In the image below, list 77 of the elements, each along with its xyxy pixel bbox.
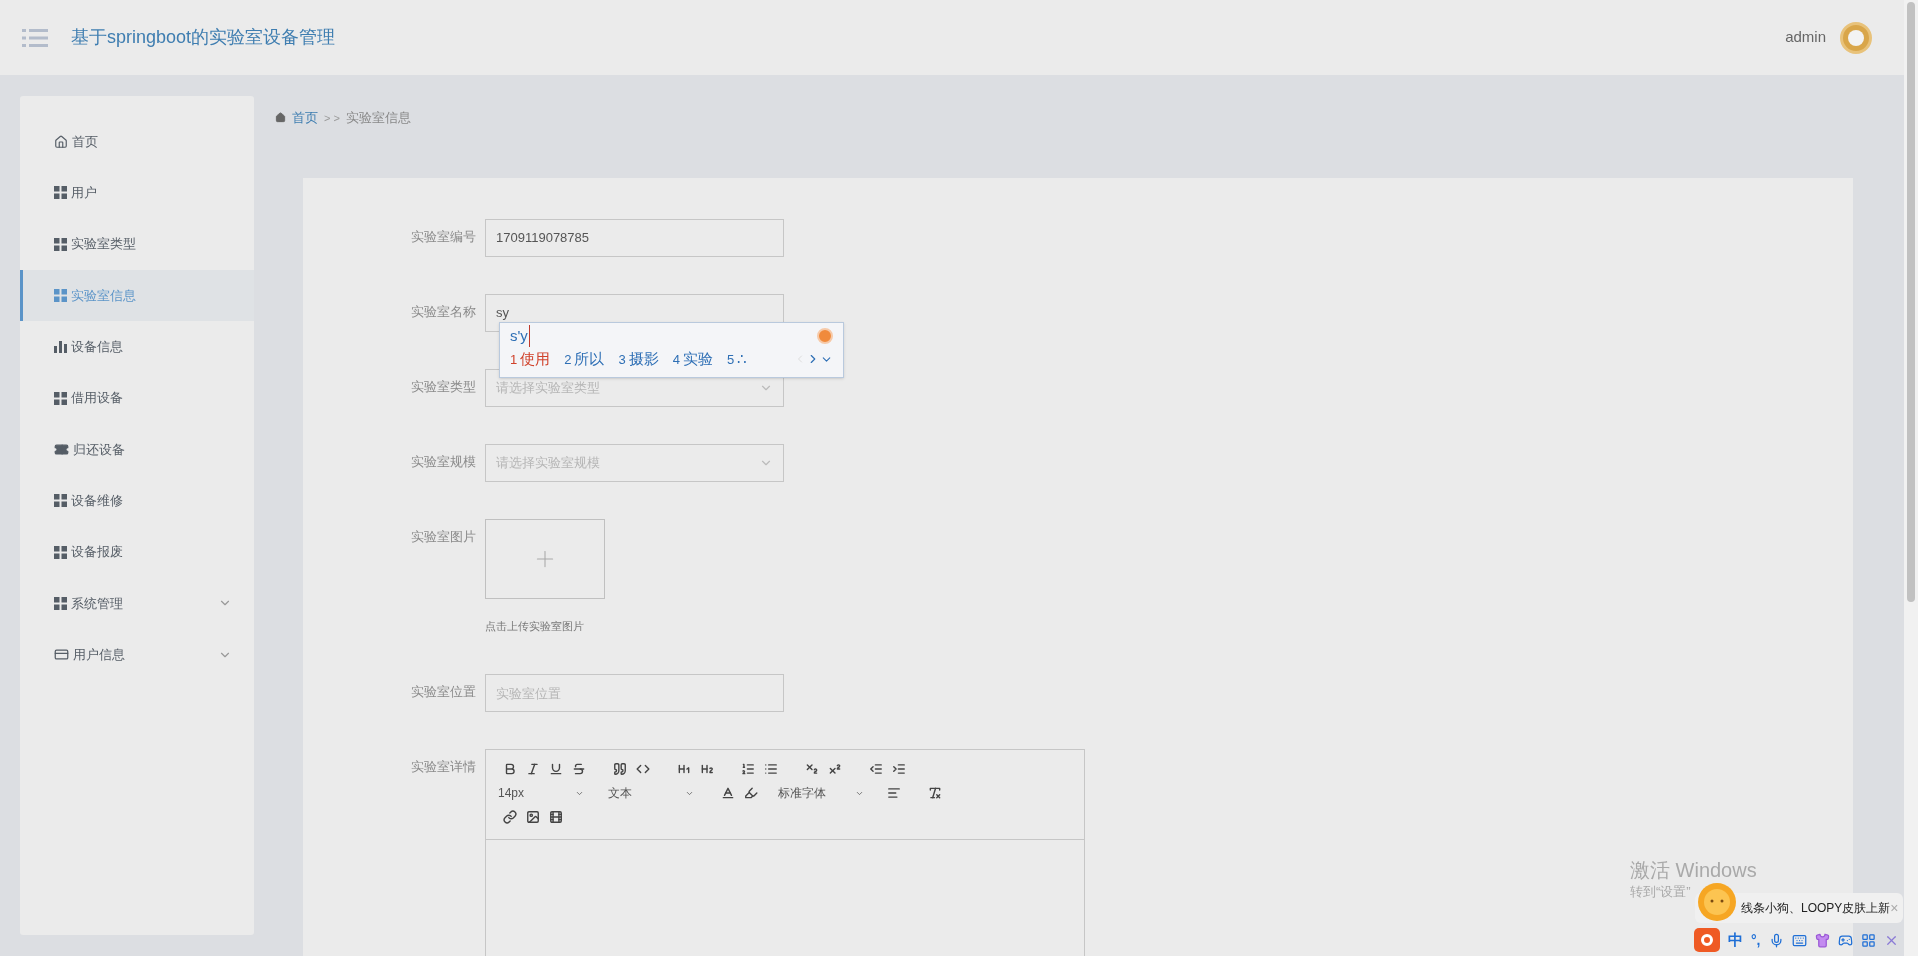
sidebar-item[interactable]: 首页 <box>20 116 254 168</box>
card-icon <box>54 647 69 663</box>
grid-icon <box>54 545 67 559</box>
home-icon <box>54 134 68 149</box>
notification-text: 线条小狗、LOOPY皮肤上新 <box>1741 900 1891 917</box>
user-name[interactable]: admin <box>1785 26 1826 49</box>
shirt-icon[interactable] <box>1814 932 1830 948</box>
italic-icon <box>525 762 540 776</box>
text-style-select[interactable]: 文本 <box>608 784 698 802</box>
bar-chart-icon <box>54 340 67 354</box>
microphone-icon[interactable] <box>1768 932 1784 948</box>
home-icon <box>275 112 286 124</box>
font-size-select[interactable]: 14px <box>498 784 588 802</box>
field-label: 实验室编号 <box>410 227 477 246</box>
field-label: 实验室名称 <box>410 302 477 321</box>
input-mode-button[interactable]: 中 <box>1728 928 1743 952</box>
ime-composition: s'y <box>510 324 530 347</box>
gamepad-icon[interactable] <box>1837 932 1853 948</box>
upload-hint: 点击上传实验室图片 <box>485 618 585 634</box>
field-label: 实验室类型 <box>410 377 477 396</box>
ime-candidate[interactable]: 2 所以 <box>564 348 605 371</box>
grid-icon[interactable] <box>1860 932 1876 948</box>
activation-watermark-title: 激活 Windows <box>1630 858 1757 882</box>
field-label: 实验室规模 <box>410 452 477 471</box>
field-label: 实验室详情 <box>410 758 477 776</box>
sun-mascot-icon <box>1697 882 1737 922</box>
heading-1-icon <box>676 762 691 776</box>
image-icon <box>525 810 540 824</box>
ticket-icon <box>54 441 69 457</box>
subscript-icon <box>804 762 819 776</box>
strikethrough-icon <box>571 762 586 776</box>
superscript-icon <box>827 762 842 776</box>
grid-icon <box>54 494 67 508</box>
sogou-logo-icon[interactable] <box>1694 928 1720 952</box>
sidebar-item[interactable]: 设备维修 <box>20 475 254 527</box>
clear-format-icon <box>927 786 942 800</box>
ime-candidate[interactable]: 3 摄影 <box>618 348 659 371</box>
sidebar-item[interactable]: 系统管理 <box>20 577 254 629</box>
grid-icon <box>54 391 67 405</box>
sidebar-item[interactable]: 设备信息 <box>20 321 254 373</box>
ime-candidate[interactable]: 4 实验 <box>672 348 713 371</box>
sidebar-item[interactable]: 用户 <box>20 167 254 219</box>
video-icon <box>548 810 563 824</box>
field-label: 实验室图片 <box>410 527 477 546</box>
link-icon <box>502 810 517 824</box>
text-field[interactable]: 1709119078785 <box>485 218 784 257</box>
align-icon <box>886 786 901 800</box>
heading-2-icon <box>699 762 714 776</box>
ime-candidate[interactable]: 5 ∴ <box>726 348 748 371</box>
outdent-icon <box>868 762 883 776</box>
indent-icon <box>891 762 906 776</box>
app-title: 基于springboot的实验室设备管理 <box>71 26 336 49</box>
punctuation-button[interactable]: °, <box>1751 929 1761 951</box>
ime-candidate[interactable]: 1 使用 <box>510 348 551 371</box>
ordered-list-icon <box>740 762 755 776</box>
grid-icon <box>54 289 67 303</box>
activation-watermark-text: 转到“设置” <box>1630 883 1692 901</box>
highlight-icon <box>743 786 758 800</box>
sidebar-item[interactable]: 设备报废 <box>20 526 254 578</box>
breadcrumb-home-link[interactable]: 首页 <box>292 108 318 128</box>
grid-icon <box>54 186 67 200</box>
sidebar-item[interactable]: 用户信息 <box>20 628 254 681</box>
sidebar-item[interactable]: 实验室类型 <box>20 218 254 270</box>
sidebar-item[interactable]: 归还设备 <box>20 423 254 476</box>
breadcrumb-separator: > > <box>324 110 340 126</box>
breadcrumb-current: 实验室信息 <box>345 109 411 127</box>
underline-icon <box>548 762 563 776</box>
grid-icon <box>54 596 67 610</box>
grid-icon <box>54 237 67 251</box>
code-icon <box>635 762 650 776</box>
bullet-list-icon <box>763 762 778 776</box>
keyboard-icon[interactable] <box>1791 932 1807 948</box>
font-family-select[interactable]: 标准字体 <box>778 784 868 802</box>
font-color-icon <box>720 786 735 800</box>
sidebar-item[interactable]: 借用设备 <box>20 372 254 424</box>
field-label: 实验室位置 <box>410 683 477 701</box>
quote-icon <box>612 762 627 776</box>
